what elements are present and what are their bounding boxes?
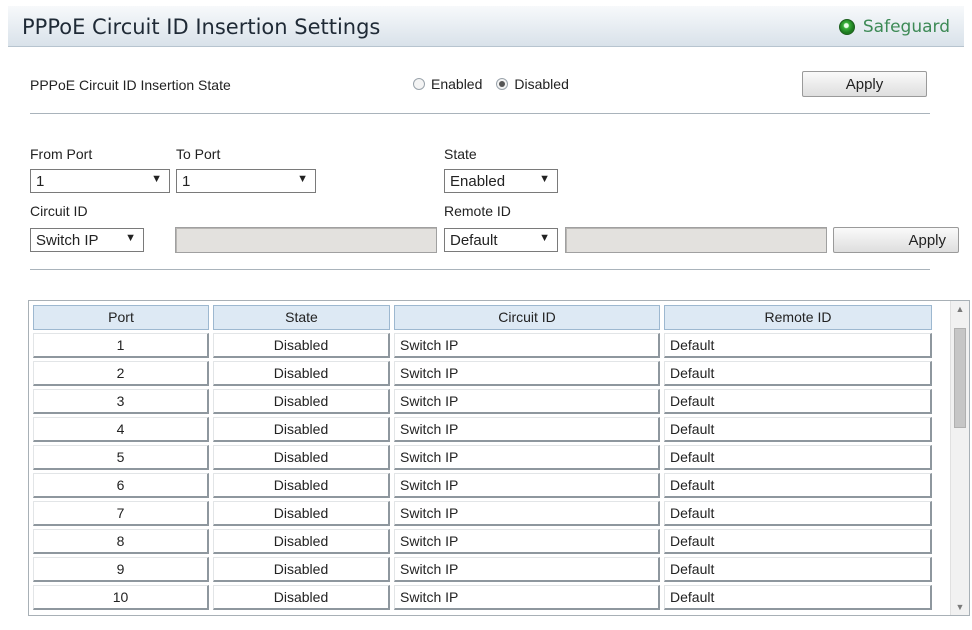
chevron-down-icon: ▼: [539, 173, 550, 185]
cell-state: Disabled: [213, 333, 390, 358]
cell-remote-id: Default: [664, 417, 932, 442]
column-header-state: State: [213, 305, 390, 330]
remote-id-select[interactable]: Default ▼: [444, 228, 558, 252]
cell-port: 1: [33, 333, 209, 358]
table-scrollbar[interactable]: ▲ ▼: [950, 301, 969, 615]
cell-state: Disabled: [213, 585, 390, 610]
cell-remote-id: Default: [664, 333, 932, 358]
table-row: 4 Disabled Switch IP Default: [33, 417, 936, 445]
scroll-down-icon[interactable]: ▼: [951, 599, 969, 615]
cell-circuit-id: Switch IP: [394, 473, 660, 498]
cell-state: Disabled: [213, 473, 390, 498]
cell-remote-id: Default: [664, 529, 932, 554]
table-header-row: Port State Circuit ID Remote ID: [33, 305, 936, 333]
cell-circuit-id: Switch IP: [394, 501, 660, 526]
chevron-down-icon: ▼: [151, 173, 162, 185]
title-bar: PPPoE Circuit ID Insertion Settings Safe…: [8, 6, 964, 47]
column-header-circuit-id: Circuit ID: [394, 305, 660, 330]
table-grid: Port State Circuit ID Remote ID 1 Disable…: [33, 305, 936, 613]
safeguard-led-icon: [838, 19, 855, 35]
cell-remote-id: Default: [664, 473, 932, 498]
cell-remote-id: Default: [664, 501, 932, 526]
to-port-label: To Port: [176, 146, 221, 162]
circuit-id-select[interactable]: Switch IP ▼: [30, 228, 144, 252]
cell-state: Disabled: [213, 529, 390, 554]
cell-remote-id: Default: [664, 557, 932, 582]
from-port-value: 1: [36, 173, 45, 190]
cell-remote-id: Default: [664, 361, 932, 386]
cell-port: 9: [33, 557, 209, 582]
cell-port: 3: [33, 389, 209, 414]
enabled-radio[interactable]: [413, 78, 425, 90]
circuit-id-input[interactable]: [175, 227, 437, 253]
remote-id-label: Remote ID: [444, 203, 511, 219]
table-row: 6 Disabled Switch IP Default: [33, 473, 936, 501]
divider: [30, 113, 930, 114]
apply-port-button[interactable]: Apply: [833, 227, 959, 253]
cell-port: 5: [33, 445, 209, 470]
cell-circuit-id: Switch IP: [394, 361, 660, 386]
cell-port: 8: [33, 529, 209, 554]
disabled-radio[interactable]: [496, 78, 509, 90]
cell-remote-id: Default: [664, 389, 932, 414]
insertion-state-radio-group: Enabled Disabled: [413, 76, 583, 92]
cell-port: 4: [33, 417, 209, 442]
cell-circuit-id: Switch IP: [394, 529, 660, 554]
divider: [30, 269, 930, 270]
chevron-down-icon: ▼: [125, 232, 136, 244]
circuit-id-label: Circuit ID: [30, 203, 88, 219]
cell-port: 10: [33, 585, 209, 610]
cell-state: Disabled: [213, 445, 390, 470]
cell-circuit-id: Switch IP: [394, 333, 660, 358]
from-port-label: From Port: [30, 146, 93, 162]
disabled-radio-label: Disabled: [514, 76, 569, 92]
port-settings-table: Port State Circuit ID Remote ID 1 Disable…: [28, 300, 970, 616]
cell-state: Disabled: [213, 389, 390, 414]
apply-state-button[interactable]: Apply: [802, 71, 927, 97]
cell-state: Disabled: [213, 557, 390, 582]
cell-circuit-id: Switch IP: [394, 445, 660, 470]
chevron-down-icon: ▼: [539, 232, 550, 244]
page-title: PPPoE Circuit ID Insertion Settings: [22, 15, 381, 39]
cell-port: 7: [33, 501, 209, 526]
remote-id-value: Default: [450, 232, 498, 249]
table-row: 5 Disabled Switch IP Default: [33, 445, 936, 473]
state-label: State: [444, 146, 477, 162]
cell-circuit-id: Switch IP: [394, 389, 660, 414]
cell-remote-id: Default: [664, 445, 932, 470]
remote-id-input[interactable]: [565, 227, 827, 253]
table-row: 3 Disabled Switch IP Default: [33, 389, 936, 417]
safeguard-label: Safeguard: [862, 17, 950, 37]
from-port-select[interactable]: 1 ▼: [30, 169, 170, 193]
cell-circuit-id: Switch IP: [394, 557, 660, 582]
table-row: 9 Disabled Switch IP Default: [33, 557, 936, 585]
table-row: 2 Disabled Switch IP Default: [33, 361, 936, 389]
circuit-id-value: Switch IP: [36, 232, 99, 249]
table-row: 8 Disabled Switch IP Default: [33, 529, 936, 557]
cell-circuit-id: Switch IP: [394, 585, 660, 610]
cell-port: 6: [33, 473, 209, 498]
column-header-port: Port: [33, 305, 209, 330]
scroll-up-icon[interactable]: ▲: [951, 301, 969, 317]
cell-state: Disabled: [213, 417, 390, 442]
cell-circuit-id: Switch IP: [394, 417, 660, 442]
enabled-radio-label: Enabled: [431, 76, 483, 92]
table-row: 1 Disabled Switch IP Default: [33, 333, 936, 361]
insertion-state-label: PPPoE Circuit ID Insertion State: [30, 77, 231, 93]
cell-port: 2: [33, 361, 209, 386]
cell-state: Disabled: [213, 501, 390, 526]
scroll-thumb[interactable]: [954, 328, 966, 428]
state-value: Enabled: [450, 173, 506, 190]
table-row: 10 Disabled Switch IP Default: [33, 585, 936, 613]
state-select[interactable]: Enabled ▼: [444, 169, 558, 193]
table-row: 7 Disabled Switch IP Default: [33, 501, 936, 529]
to-port-select[interactable]: 1 ▼: [176, 169, 316, 193]
table-body: 1 Disabled Switch IP Default 2 Disabled Switch…: [33, 333, 936, 613]
chevron-down-icon: ▼: [297, 173, 308, 185]
column-header-remote-id: Remote ID: [664, 305, 932, 330]
cell-remote-id: Default: [664, 585, 932, 610]
to-port-value: 1: [182, 173, 191, 190]
cell-state: Disabled: [213, 361, 390, 386]
safeguard-indicator[interactable]: Safeguard: [838, 17, 950, 37]
